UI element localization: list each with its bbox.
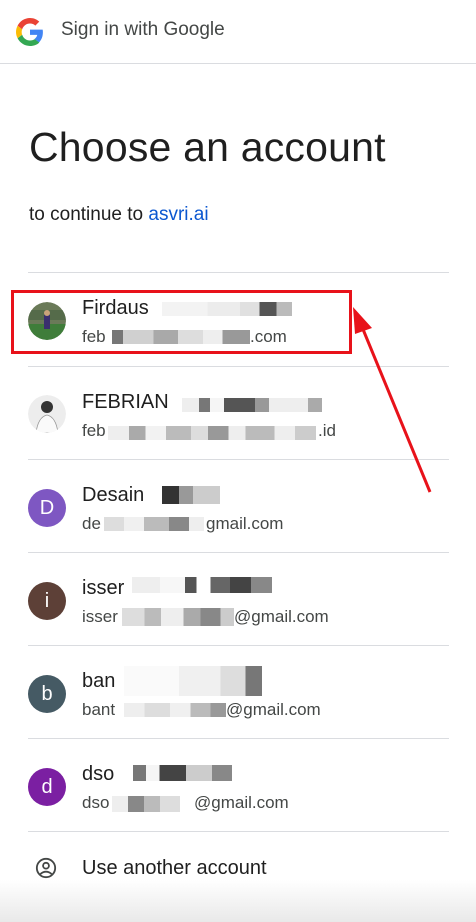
annotation-arrow — [353, 307, 432, 493]
